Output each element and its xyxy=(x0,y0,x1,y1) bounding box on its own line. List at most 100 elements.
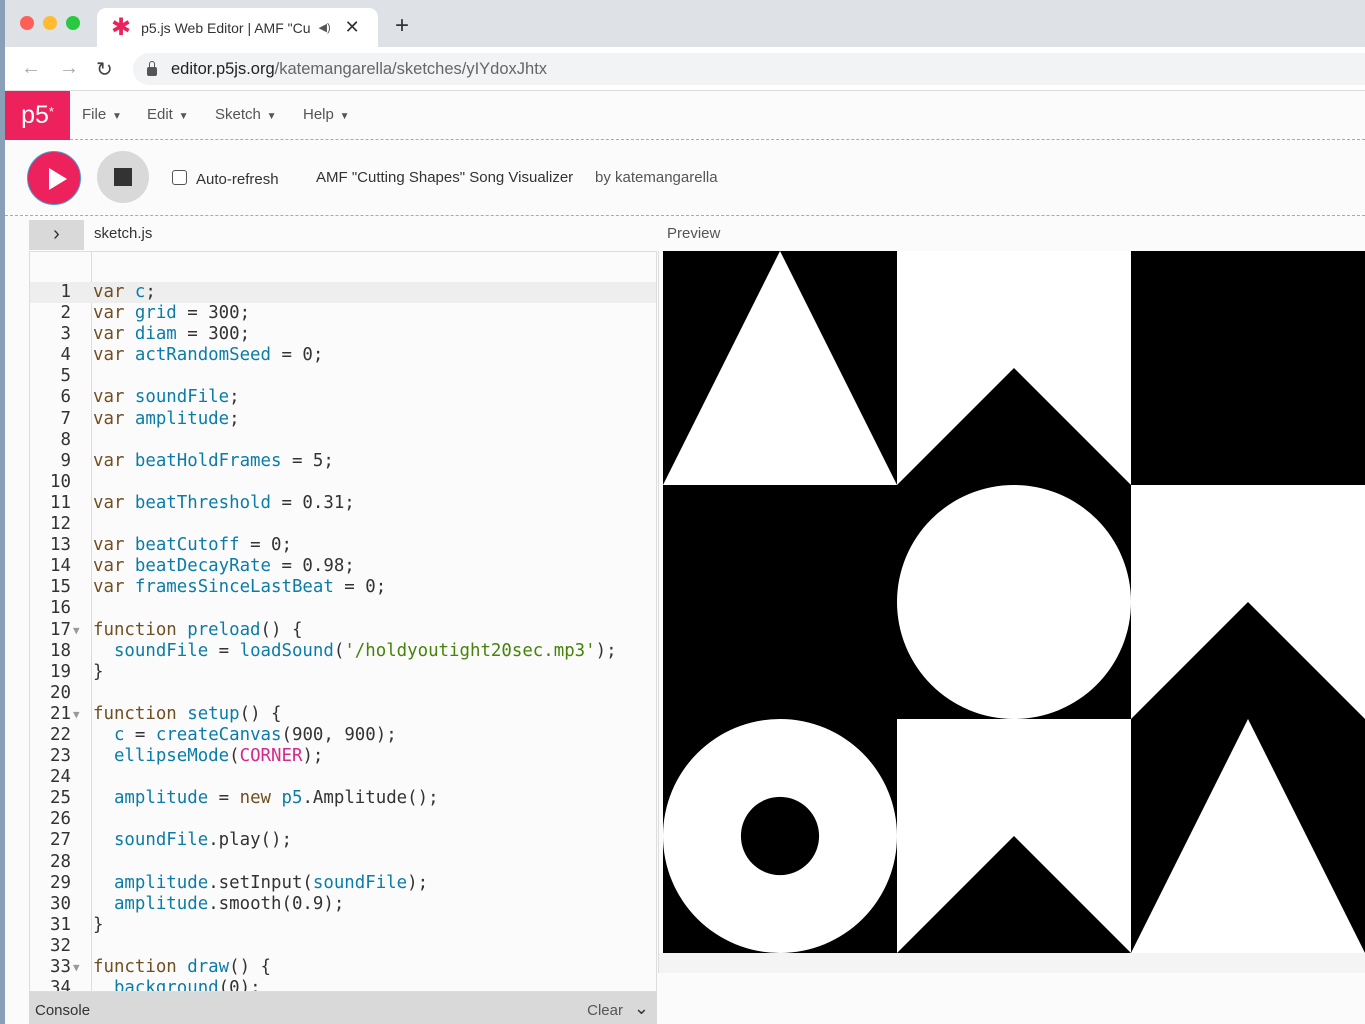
code-line[interactable]: 3 var diam = 300; xyxy=(30,324,656,345)
code-line[interactable]: 19} xyxy=(30,662,656,683)
stop-button[interactable] xyxy=(97,151,149,203)
code-line[interactable]: 22 c = createCanvas(900, 900); xyxy=(30,725,656,746)
menu-edit[interactable]: Edit xyxy=(147,106,189,123)
auto-refresh-label[interactable]: Auto-refresh xyxy=(196,171,279,188)
back-icon[interactable]: ← xyxy=(21,57,41,80)
fold-arrow-icon[interactable]: ▼ xyxy=(73,957,80,978)
code-line[interactable]: 20 xyxy=(30,683,656,704)
code-token: background xyxy=(113,978,219,992)
preview-canvas[interactable] xyxy=(663,251,1365,953)
fold-arrow-icon[interactable]: ▼ xyxy=(73,620,80,641)
code-token: grid xyxy=(134,303,177,324)
reload-icon[interactable]: ↻ xyxy=(96,57,113,82)
menu-help[interactable]: Help xyxy=(303,106,350,123)
code-line[interactable]: 1 var c; xyxy=(30,282,656,304)
code-line[interactable]: 25 amplitude = new p5.Amplitude(); xyxy=(30,788,656,809)
code-text: var beatHoldFrames = 5; xyxy=(93,451,334,472)
code-line[interactable]: 7 var amplitude; xyxy=(30,409,656,430)
code-token: framesSinceLastBeat xyxy=(134,577,334,598)
code-line[interactable]: 18 soundFile = loadSound('/holdyoutight2… xyxy=(30,641,656,662)
toolbar: Auto-refresh AMF "Cutting Shapes" Song V… xyxy=(5,140,1365,216)
p5-logo[interactable]: p5 * xyxy=(5,91,70,140)
play-button[interactable] xyxy=(27,151,81,205)
code-line[interactable]: 23 ellipseMode(CORNER); xyxy=(30,746,656,767)
code-text: var actRandomSeed = 0; xyxy=(93,345,323,366)
code-line[interactable]: 27 soundFile.play(); xyxy=(30,830,656,851)
code-line[interactable]: 6 var soundFile; xyxy=(30,387,656,408)
code-line[interactable]: 28 xyxy=(30,852,656,873)
code-line[interactable]: 16 xyxy=(30,598,656,619)
code-line[interactable]: 14 var beatDecayRate = 0.98; xyxy=(30,556,656,577)
line-number: 12 xyxy=(50,514,71,535)
menu-sketch[interactable]: Sketch xyxy=(215,106,277,123)
code-line[interactable]: 9 var beatHoldFrames = 5; xyxy=(30,451,656,472)
code-token: = 300; xyxy=(176,324,251,345)
code-token: () { xyxy=(229,957,272,977)
line-number: 17 xyxy=(50,619,71,640)
code-line[interactable]: 11 var beatThreshold = 0.31; xyxy=(30,493,656,514)
code-token: .Amplitude(); xyxy=(302,788,439,809)
code-line[interactable]: 34 background(0); xyxy=(30,978,656,992)
code-line[interactable]: 5 xyxy=(30,366,656,387)
code-editor[interactable]: 1 var c; 2 var grid = 300; 3 var diam = 300; 4… xyxy=(29,251,657,992)
code-lines[interactable]: 1 var c; 2 var grid = 300; 3 var diam = 300; 4… xyxy=(30,282,656,992)
code-line[interactable]: 30 amplitude.smooth(0.9); xyxy=(30,894,656,915)
close-window-button[interactable] xyxy=(20,16,34,30)
code-line[interactable]: 2 var grid = 300; xyxy=(30,303,656,324)
code-token: ellipseMode xyxy=(113,746,230,767)
line-number: 5 xyxy=(60,366,71,387)
code-token: var xyxy=(93,408,135,429)
code-line[interactable]: 15 var framesSinceLastBeat = 0; xyxy=(30,577,656,598)
sketch-title[interactable]: AMF "Cutting Shapes" Song Visualizer xyxy=(316,169,573,186)
code-line[interactable]: 26 xyxy=(30,809,656,830)
line-number: 10 xyxy=(50,471,71,492)
code-line[interactable]: 29 amplitude.setInput(soundFile); xyxy=(30,873,656,894)
code-line[interactable]: 17 ▼ function preload() { xyxy=(30,620,656,641)
code-text: function draw() { xyxy=(93,957,271,978)
forward-icon[interactable]: → xyxy=(59,57,79,80)
code-line[interactable]: 24 xyxy=(30,767,656,788)
line-number: 3 xyxy=(60,324,71,345)
code-token: beatDecayRate xyxy=(134,556,272,577)
maximize-window-button[interactable] xyxy=(66,16,80,30)
chevron-down-icon[interactable]: ⌄ xyxy=(634,998,649,1019)
code-line[interactable]: 4 var actRandomSeed = 0; xyxy=(30,345,656,366)
code-text: var beatCutoff = 0; xyxy=(93,535,292,556)
code-token: = 300; xyxy=(176,303,251,324)
code-token: soundFile xyxy=(113,830,209,851)
sketch-author[interactable]: by katemangarella xyxy=(595,169,718,186)
code-line[interactable]: 31} xyxy=(30,915,656,936)
code-line[interactable]: 21 ▼ function setup() { xyxy=(30,704,656,725)
clear-console-button[interactable]: Clear xyxy=(587,1002,623,1019)
code-token: preload xyxy=(187,619,261,640)
url-input[interactable]: editor.p5js.org/katemangarella/sketches/… xyxy=(133,53,1365,85)
code-line[interactable]: 13 var beatCutoff = 0; xyxy=(30,535,656,556)
speaker-icon[interactable]: ◀) xyxy=(319,21,331,34)
code-token: var xyxy=(93,492,135,513)
code-token: () { xyxy=(239,703,282,724)
minimize-window-button[interactable] xyxy=(43,16,57,30)
code-token: = xyxy=(208,788,240,809)
code-token: c xyxy=(113,724,125,745)
new-tab-button[interactable]: + xyxy=(395,12,409,40)
code-line[interactable]: 8 xyxy=(30,430,656,451)
expand-sidebar-button[interactable]: › xyxy=(29,220,84,250)
code-token: } xyxy=(93,661,104,682)
line-number: 1 xyxy=(60,282,71,302)
code-line[interactable]: 12 xyxy=(30,514,656,535)
browser-tab[interactable]: ✱ p5.js Web Editor | AMF "Cu ◀) ✕ xyxy=(97,8,378,47)
code-line[interactable]: 10 xyxy=(30,472,656,493)
auto-refresh-checkbox[interactable] xyxy=(172,170,187,185)
close-tab-icon[interactable]: ✕ xyxy=(345,17,360,38)
menu-file[interactable]: File xyxy=(82,106,122,123)
url-host: editor.p5js.org xyxy=(171,59,275,78)
code-line[interactable]: 33 ▼ function draw() { xyxy=(30,957,656,978)
code-token: = 0; xyxy=(271,345,324,366)
code-line[interactable]: 32 xyxy=(30,936,656,957)
fold-arrow-icon[interactable]: ▼ xyxy=(73,704,80,725)
code-text: var framesSinceLastBeat = 0; xyxy=(93,577,386,598)
code-token: CORNER xyxy=(239,746,303,767)
code-token: var xyxy=(93,450,135,471)
